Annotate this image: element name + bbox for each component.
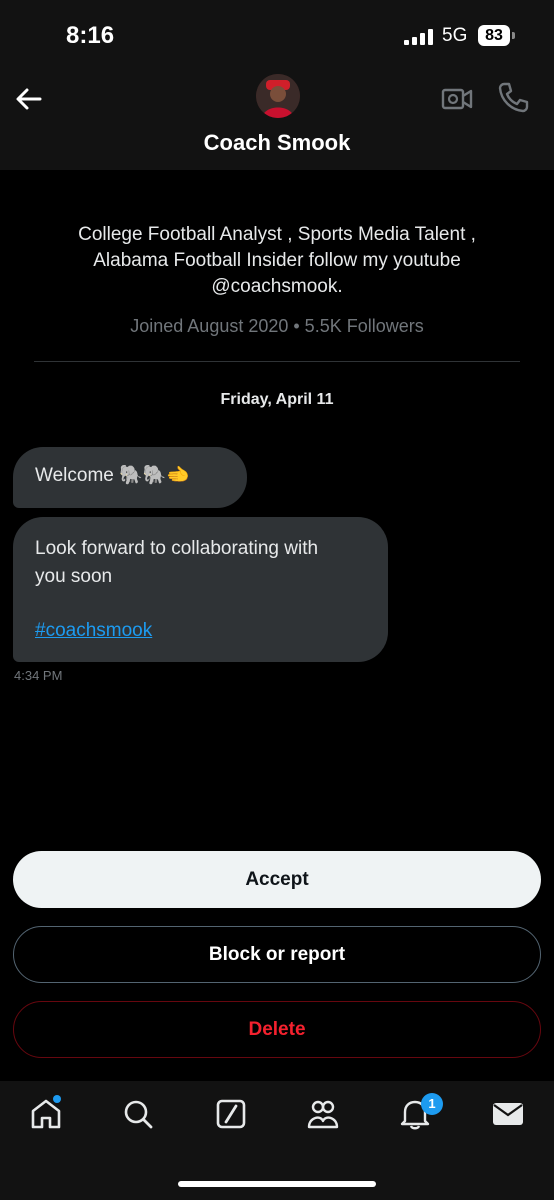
home-indicator bbox=[178, 1181, 376, 1187]
network-type: 5G bbox=[442, 25, 468, 46]
contact-name[interactable]: Coach Smook bbox=[0, 130, 554, 156]
communities-icon[interactable] bbox=[306, 1097, 340, 1131]
message-timestamp: 4:34 PM bbox=[14, 668, 63, 683]
profile-bio: College Football Analyst , Sports Media … bbox=[78, 224, 476, 297]
message-bubble[interactable]: Welcome 🐘🐘🫲 bbox=[13, 447, 247, 508]
date-separator: Friday, April 11 bbox=[220, 391, 334, 408]
conversation-header: Coach Smook bbox=[0, 64, 554, 170]
status-time: 8:16 bbox=[66, 22, 115, 49]
back-arrow-icon[interactable] bbox=[12, 82, 46, 116]
battery-icon: 83 bbox=[478, 25, 510, 46]
signal-icon bbox=[404, 29, 436, 45]
divider bbox=[34, 361, 520, 362]
block-or-report-button[interactable]: Block or report bbox=[13, 926, 541, 983]
accept-button[interactable]: Accept bbox=[13, 851, 541, 908]
notifications-badge: 1 bbox=[421, 1093, 443, 1115]
grok-icon[interactable] bbox=[214, 1097, 248, 1131]
phone-call-icon[interactable] bbox=[496, 80, 530, 114]
profile-meta: Joined August 2020 • 5.5K Followers bbox=[130, 316, 424, 336]
battery-tip bbox=[512, 32, 515, 39]
hashtag-link[interactable]: #coachsmook bbox=[35, 617, 366, 645]
search-icon[interactable] bbox=[121, 1097, 155, 1131]
message-bubble[interactable]: Look forward to collaborating with you s… bbox=[13, 517, 388, 662]
message-text: Welcome 🐘🐘🫲 bbox=[35, 465, 191, 486]
video-call-icon[interactable] bbox=[440, 82, 474, 116]
status-bar: 8:16 5G 83 bbox=[0, 0, 554, 64]
avatar[interactable] bbox=[256, 74, 300, 118]
messages-icon[interactable] bbox=[491, 1097, 525, 1131]
message-text: you soon bbox=[35, 566, 113, 587]
message-text: Look forward to collaborating with bbox=[35, 538, 319, 559]
home-unread-dot bbox=[53, 1095, 61, 1103]
delete-button[interactable]: Delete bbox=[13, 1001, 541, 1058]
